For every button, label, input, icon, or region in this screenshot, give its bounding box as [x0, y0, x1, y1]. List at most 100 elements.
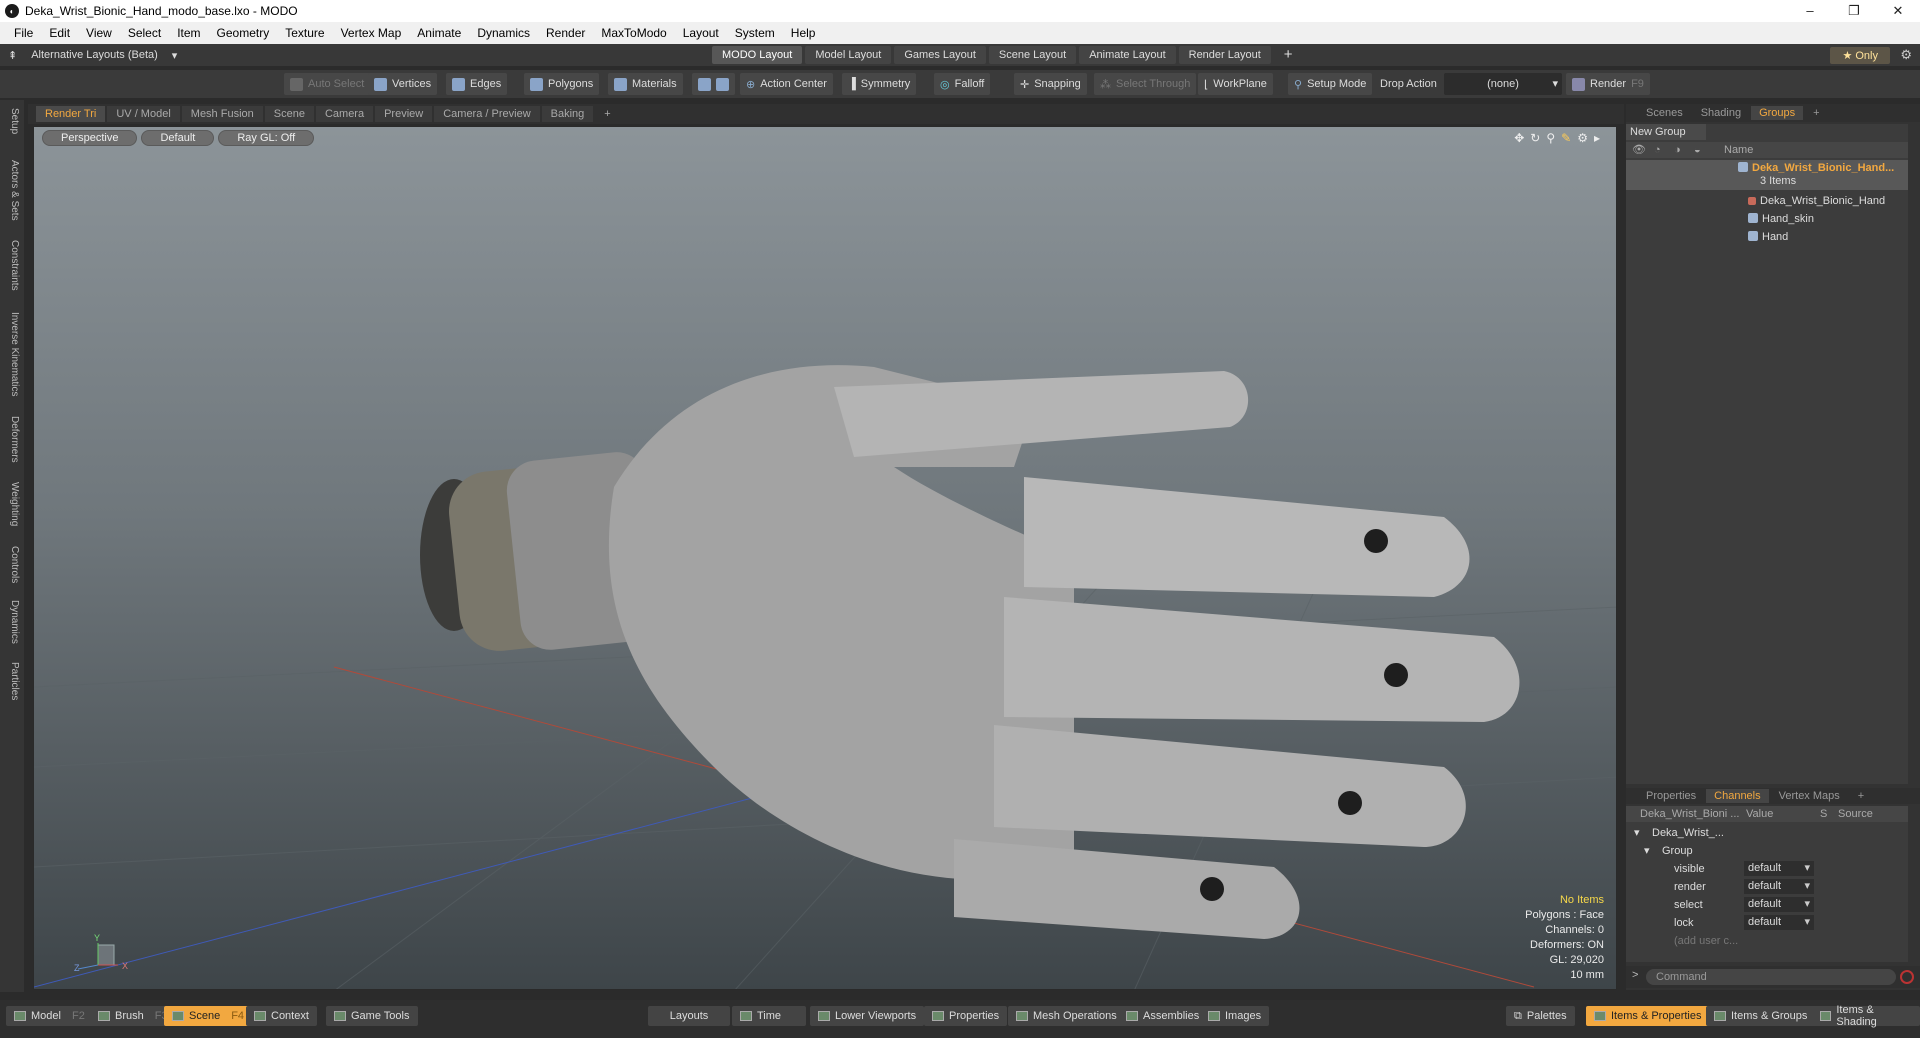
auto-select-button[interactable]: Auto Select: [284, 73, 371, 95]
tab-groups[interactable]: Groups: [1751, 106, 1804, 120]
workplane-button[interactable]: ⌊ WorkPlane: [1198, 73, 1273, 95]
play-arrow-icon[interactable]: ▸: [1594, 131, 1600, 145]
symmetry-button[interactable]: ▐ Symmetry: [842, 73, 917, 95]
menu-geometry[interactable]: Geometry: [209, 26, 278, 40]
brush-button[interactable]: Brush F3: [90, 1006, 176, 1026]
only-button[interactable]: ★ Only: [1830, 47, 1890, 64]
time-button[interactable]: Time: [732, 1006, 806, 1026]
menu-edit[interactable]: Edit: [41, 26, 78, 40]
transform-toggle-button[interactable]: [692, 73, 735, 95]
add-viewport-tab-icon[interactable]: +: [595, 106, 619, 122]
bionic-hand-mesh[interactable]: [420, 365, 1520, 939]
gear-icon[interactable]: ⚙: [1900, 47, 1912, 63]
group-child-row[interactable]: Hand: [1626, 228, 1908, 246]
menu-help[interactable]: Help: [783, 26, 824, 40]
left-tab-constraints[interactable]: Constraints: [4, 240, 20, 291]
menu-animate[interactable]: Animate: [409, 26, 469, 40]
tab-modo-layout[interactable]: MODO Layout: [712, 46, 803, 64]
3d-viewport[interactable]: Y Z X Perspective Default Ray GL: Off ✥ …: [33, 126, 1617, 990]
tab-mesh-fusion[interactable]: Mesh Fusion: [181, 106, 263, 122]
menu-item[interactable]: Item: [169, 26, 208, 40]
tab-preview[interactable]: Preview: [375, 106, 433, 122]
snapping-button[interactable]: ✛ Snapping: [1014, 73, 1087, 95]
alternative-layouts-dropdown[interactable]: ⇞ Alternative Layouts (Beta) ▾: [8, 49, 177, 62]
tab-scenes[interactable]: Scenes: [1638, 106, 1691, 120]
menu-dynamics[interactable]: Dynamics: [469, 26, 538, 40]
move-view-icon[interactable]: ✥: [1514, 131, 1524, 145]
layouts-button[interactable]: Layouts: [648, 1006, 730, 1026]
edges-button[interactable]: Edges: [446, 73, 508, 95]
lower-viewports-button[interactable]: Lower Viewports: [810, 1006, 925, 1026]
channel-row[interactable]: visible default: [1626, 860, 1908, 878]
channel-item-row[interactable]: ▾ Deka_Wrist_...: [1626, 824, 1908, 842]
tab-channels[interactable]: Channels: [1706, 789, 1769, 803]
left-tab-particles[interactable]: Particles: [4, 662, 20, 700]
vertices-button[interactable]: Vertices: [368, 73, 438, 95]
tab-properties[interactable]: Properties: [1638, 789, 1704, 803]
rotate-view-icon[interactable]: ↻: [1530, 131, 1540, 145]
tab-uv-model[interactable]: UV / Model: [107, 106, 180, 122]
left-tab-inverse-kinematics[interactable]: Inverse Kinematics: [4, 312, 20, 396]
model-button[interactable]: Model F2: [6, 1006, 93, 1026]
minimize-button[interactable]: –: [1788, 0, 1832, 22]
tab-camera-preview[interactable]: Camera / Preview: [434, 106, 540, 122]
zoom-view-icon[interactable]: ⚲: [1546, 131, 1555, 145]
menu-system[interactable]: System: [727, 26, 783, 40]
items-shading-button[interactable]: Items & Shading: [1812, 1004, 1920, 1028]
context-button[interactable]: Context: [246, 1006, 317, 1026]
channel-row[interactable]: select default: [1626, 896, 1908, 914]
close-button[interactable]: ✕: [1876, 0, 1920, 22]
items-properties-button[interactable]: Items & Properties: [1586, 1006, 1710, 1026]
channel-group-row[interactable]: ▾ Group: [1626, 842, 1908, 860]
restore-button[interactable]: ❐: [1832, 0, 1876, 22]
channel-value[interactable]: default: [1744, 915, 1814, 930]
scene-button[interactable]: Scene F4: [164, 1006, 253, 1026]
add-user-channel-row[interactable]: (add user c...: [1626, 932, 1908, 950]
tab-scene[interactable]: Scene: [264, 106, 314, 122]
tab-model-layout[interactable]: Model Layout: [805, 46, 892, 64]
tab-games-layout[interactable]: Games Layout: [894, 46, 986, 64]
shading-mode-pill[interactable]: Default: [141, 130, 215, 146]
tab-scene-layout[interactable]: Scene Layout: [988, 46, 1077, 64]
left-tab-weighting[interactable]: Weighting: [4, 482, 20, 526]
add-layout-icon[interactable]: +: [1274, 46, 1303, 64]
items-groups-button[interactable]: Items & Groups: [1706, 1006, 1816, 1026]
palettes-button[interactable]: ⧉ Palettes: [1506, 1006, 1575, 1026]
tab-shading[interactable]: Shading: [1693, 106, 1749, 120]
brush-view-icon[interactable]: ✎: [1561, 131, 1571, 145]
tab-baking[interactable]: Baking: [541, 106, 594, 122]
left-tab-controls[interactable]: Controls: [4, 546, 20, 583]
add-tab-icon[interactable]: +: [1850, 789, 1872, 803]
tab-vertex-maps[interactable]: Vertex Maps: [1771, 789, 1848, 803]
new-group-button[interactable]: New Group: [1626, 124, 1706, 140]
menu-view[interactable]: View: [78, 26, 120, 40]
view-mode-pill[interactable]: Perspective: [42, 130, 138, 146]
viewport-gear-icon[interactable]: ⚙: [1577, 131, 1588, 145]
channel-value[interactable]: default: [1744, 897, 1814, 912]
left-tab-deformers[interactable]: Deformers: [4, 416, 20, 463]
channel-value[interactable]: default: [1744, 861, 1814, 876]
group-child-row[interactable]: Deka_Wrist_Bionic_Hand: [1626, 192, 1908, 210]
menu-vertex-map[interactable]: Vertex Map: [333, 26, 410, 40]
falloff-button[interactable]: ◎ Falloff: [934, 73, 991, 95]
menu-layout[interactable]: Layout: [675, 26, 727, 40]
setup-mode-button[interactable]: ⚲ Setup Mode: [1288, 73, 1373, 95]
menu-texture[interactable]: Texture: [277, 26, 332, 40]
action-center-button[interactable]: ⊕ Action Center: [740, 73, 833, 95]
tab-animate-layout[interactable]: Animate Layout: [1079, 46, 1176, 64]
left-tab-dynamics[interactable]: Dynamics: [4, 600, 20, 644]
group-child-row[interactable]: Hand_skin: [1626, 210, 1908, 228]
render-button[interactable]: Render F9: [1566, 73, 1650, 95]
channel-row[interactable]: lock default: [1626, 914, 1908, 932]
drop-action-select[interactable]: (none) ▾: [1444, 73, 1562, 95]
assemblies-button[interactable]: Assemblies: [1118, 1006, 1208, 1026]
menu-file[interactable]: File: [6, 26, 41, 40]
tab-render-tri[interactable]: Render Tri: [36, 106, 106, 122]
channel-value[interactable]: default: [1744, 879, 1814, 894]
mesh-operations-button[interactable]: Mesh Operations: [1008, 1006, 1125, 1026]
raygl-pill[interactable]: Ray GL: Off: [218, 130, 315, 146]
select-through-button[interactable]: ⁂ Select Through: [1094, 73, 1197, 95]
images-button[interactable]: Images: [1200, 1006, 1270, 1026]
channel-row[interactable]: render default: [1626, 878, 1908, 896]
menu-select[interactable]: Select: [120, 26, 169, 40]
